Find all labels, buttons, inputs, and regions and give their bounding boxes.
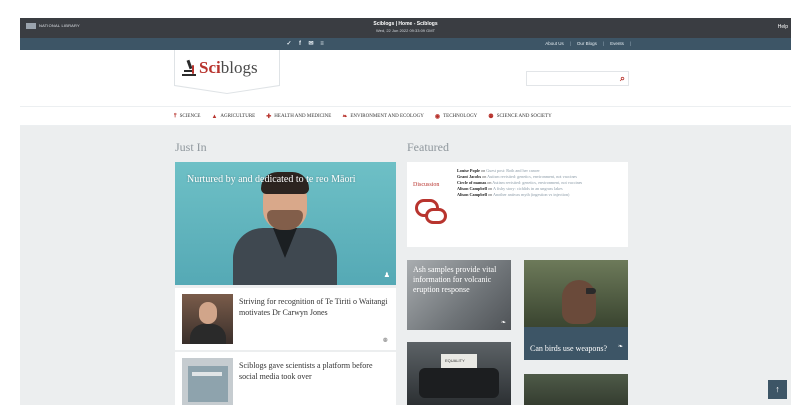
sciblogs-logo[interactable]: Sciblogs (182, 58, 258, 78)
article-title[interactable]: Sciblogs gave scientists a platform befo… (239, 360, 389, 382)
featured-tile-typewriter[interactable]: EQUALITY (407, 342, 511, 405)
featured-tile-bird[interactable]: Can birds use weapons? ❧ (524, 260, 628, 360)
leaf-icon: ❧ (617, 344, 623, 350)
site-topbar: ✓ f ✉ ≡ About Us | Our Blogs | Events | (20, 38, 791, 50)
person-icon: ♟ (383, 272, 390, 279)
leaf-icon: ❧ (500, 320, 506, 326)
comment-item[interactable]: Alison Campbell on Another antivax myth … (457, 192, 623, 198)
nav-separator: | (602, 41, 605, 46)
search-input[interactable]: ⌕ (526, 71, 629, 86)
site-header: Sciblogs ⌕ (20, 50, 791, 106)
category-science[interactable]: ⫯ SCIENCE (174, 113, 200, 120)
cross-icon: ✚ (266, 114, 272, 120)
category-environment-and-ecology[interactable]: ❧ ENVIRONMENT AND ECOLOGY (342, 113, 424, 120)
about-us-link[interactable]: About Us (545, 41, 564, 46)
typewriter-image (419, 368, 499, 398)
rss-icon[interactable]: ≡ (319, 40, 325, 48)
email-icon[interactable]: ✉ (308, 40, 314, 48)
category-nav: ⫯ SCIENCE ▲ AGRICULTURE ✚ HEALTH AND MEDICI… (20, 106, 791, 126)
article-title[interactable]: Striving for recognition of Te Tiriti o … (239, 296, 389, 318)
chip-icon: ◉ (434, 114, 441, 120)
typewriter-paper-text: EQUALITY (445, 358, 465, 363)
nav-separator: | (629, 41, 631, 46)
hero-article[interactable]: Nurtured by and dedicated to te reo Māor… (175, 162, 396, 285)
recent-comments: Louise Pople on Guest post: Roth and her… (457, 168, 623, 198)
discussion-panel: Discussion Louise Pople on Guest post: R… (407, 162, 628, 247)
nav-separator: | (569, 41, 571, 46)
social-links: ✓ f ✉ ≡ (286, 40, 325, 48)
archive-help-link[interactable]: Help (778, 24, 788, 30)
article-thumbnail (182, 358, 233, 405)
search-icon[interactable]: ⌕ (620, 73, 625, 84)
featured-heading: Featured (407, 140, 449, 154)
discussion-label: Discussion (413, 182, 440, 188)
events-link[interactable]: Events (610, 41, 624, 46)
our-blogs-link[interactable]: Our Blogs (577, 41, 597, 46)
just-in-heading: Just In (175, 140, 207, 154)
tile-title[interactable]: Ash samples provide vital information fo… (413, 265, 509, 295)
article-thumbnail (182, 294, 233, 344)
logo-tab-notch-fill (175, 85, 279, 93)
tractor-icon: ▲ (211, 113, 218, 120)
left-margin (0, 0, 20, 405)
twitter-icon[interactable]: ✓ (286, 40, 292, 48)
microscope-icon (182, 59, 196, 76)
people-icon: ⚉ (488, 114, 494, 120)
featured-tile-ash[interactable]: Ash samples provide vital information fo… (407, 260, 511, 330)
microscope-icon: ⫯ (174, 113, 177, 119)
top-nav: About Us | Our Blogs | Events | (545, 41, 631, 46)
people-icon: ⚉ (382, 338, 388, 344)
category-agriculture[interactable]: ▲ AGRICULTURE (211, 113, 255, 120)
article-card[interactable]: Striving for recognition of Te Tiriti o … (175, 288, 396, 350)
hero-photo (233, 172, 337, 285)
leaf-icon: ❧ (342, 114, 348, 120)
back-to-top-button[interactable]: ↑ (768, 380, 787, 399)
category-science-and-society[interactable]: ⚉ SCIENCE AND SOCIETY (488, 113, 551, 120)
bird-image (562, 280, 596, 324)
hero-title[interactable]: Nurtured by and dedicated to te reo Māor… (187, 174, 387, 186)
page: NATIONAL LIBRARY Sciblogs | Home - Scibl… (0, 0, 791, 405)
archive-banner: NATIONAL LIBRARY Sciblogs | Home - Scibl… (20, 18, 791, 38)
facebook-icon[interactable]: f (297, 40, 303, 48)
main-content: Just In Featured Nurtured by and dedicat… (20, 126, 791, 405)
archive-date: Wed, 22 Jun 2022 09:33:09 GMT (375, 28, 436, 33)
article-card[interactable]: Sciblogs gave scientists a platform befo… (175, 352, 396, 405)
category-technology[interactable]: ◉ TECHNOLOGY (435, 113, 477, 120)
archive-page-title: Sciblogs | Home - Sciblogs (373, 21, 438, 27)
tile-title[interactable]: Can birds use weapons? (530, 344, 610, 354)
logo-wordmark: Sciblogs (199, 58, 258, 77)
featured-tile-nature[interactable] (524, 374, 628, 405)
category-health-and-medicine[interactable]: ✚ HEALTH AND MEDICINE (266, 113, 331, 120)
